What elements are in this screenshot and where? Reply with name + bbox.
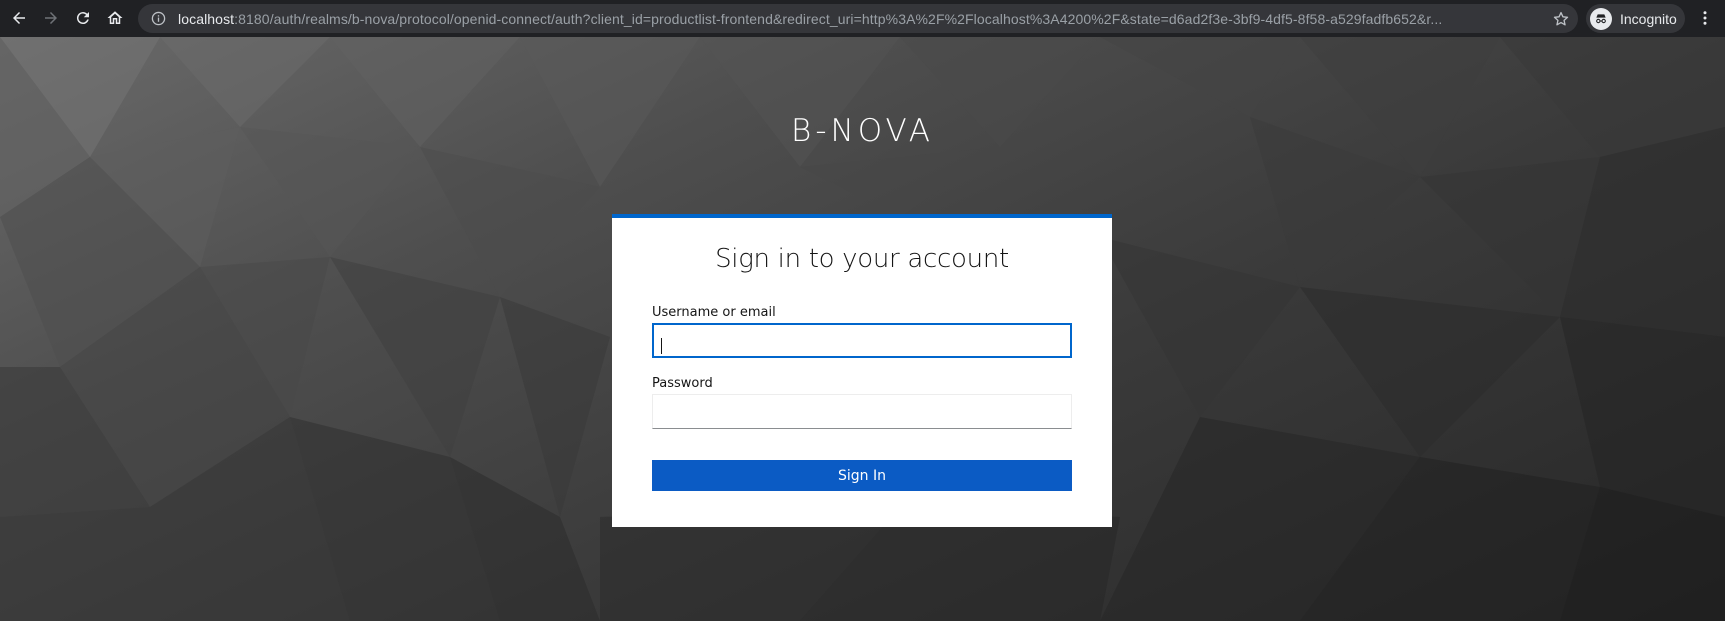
star-icon[interactable]	[1552, 10, 1570, 28]
browser-toolbar: localhost:8180/auth/realms/b-nova/protoc…	[0, 0, 1725, 37]
login-page: B-NOVA Sign in to your account Username …	[0, 37, 1725, 621]
back-arrow-icon[interactable]	[3, 2, 35, 34]
profile-label: Incognito	[1620, 10, 1677, 27]
password-label: Password	[652, 376, 713, 391]
login-title: Sign in to your account	[715, 244, 1009, 274]
reload-icon[interactable]	[67, 2, 99, 34]
url-path: :8180/auth/realms/b-nova/protocol/openid…	[234, 10, 1443, 27]
home-icon[interactable]	[99, 2, 131, 34]
username-label: Username or email	[652, 305, 776, 320]
incognito-icon	[1590, 7, 1612, 30]
url-host: localhost	[178, 10, 235, 27]
login-card: Sign in to your account Username or emai…	[612, 214, 1112, 527]
kebab-menu-icon[interactable]	[1694, 7, 1716, 29]
username-input[interactable]	[652, 323, 1072, 358]
forward-arrow-icon[interactable]	[35, 2, 67, 34]
password-input[interactable]	[652, 394, 1072, 429]
info-icon[interactable]	[150, 11, 166, 27]
sign-in-button[interactable]: Sign In	[652, 460, 1072, 491]
url-text[interactable]: localhost:8180/auth/realms/b-nova/protoc…	[178, 11, 1548, 27]
text-caret	[661, 338, 662, 354]
address-bar[interactable]: localhost:8180/auth/realms/b-nova/protoc…	[138, 4, 1578, 33]
brand-logo: B-NOVA	[791, 113, 934, 149]
profile-button[interactable]: Incognito	[1586, 4, 1685, 33]
